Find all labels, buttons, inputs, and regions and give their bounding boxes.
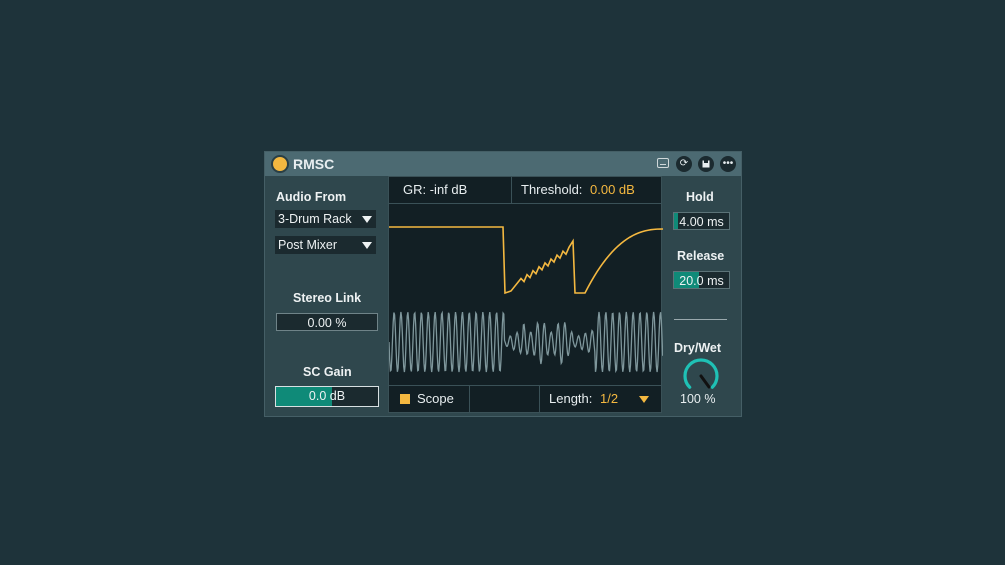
refresh-icon[interactable]: ⟳ [676,156,692,172]
chevron-down-icon [362,216,372,223]
audio-from-label: Audio From [276,190,347,204]
audio-from-source-value: 3-Drum Rack [278,212,352,226]
stereo-link-value: 0.00 % [307,316,347,330]
sc-gain-value: 0.0 dB [308,389,346,403]
footer-divider [539,386,540,412]
dry-wet-arc [683,358,719,389]
gain-reduction-readout: GR: -inf dB [403,182,468,197]
chevron-down-icon [362,242,372,249]
device-title: RMSC [293,156,335,172]
scope-plot [389,226,663,374]
hold-fill [674,213,679,229]
threshold-label: Threshold: [521,182,583,197]
hold-label: Hold [686,190,714,204]
dry-wet-label: Dry/Wet [674,341,722,355]
footer-divider [469,386,470,412]
rmsc-device: RMSC ⟳ ••• Audio From 3-Drum Rack Post M… [264,151,742,417]
length-label: Length: [549,391,593,406]
device-titlebar: RMSC ⟳ ••• [265,152,741,176]
audio-waveform [389,310,663,374]
release-field[interactable]: 20.0 ms [673,271,730,289]
dry-wet-needle [699,374,711,389]
sc-gain-label: SC Gain [303,365,352,379]
audio-from-source-dropdown[interactable]: 3-Drum Rack [275,210,376,228]
scope-label: Scope [417,391,454,406]
scope-checkbox[interactable] [400,394,410,404]
dry-wet-knob[interactable] [681,356,721,396]
gain-reduction-curve [389,226,663,295]
gain-reduction-display: GR: -inf dB Threshold: 0.00 dB Scope Len… [388,176,663,413]
release-label: Release [677,249,725,263]
audio-from-tap-dropdown[interactable]: Post Mixer [275,236,376,254]
release-value: 20.0 ms [679,274,724,288]
save-icon[interactable] [698,156,714,172]
sidechain-panel: Audio From 3-Drum Rack Post Mixer Stereo… [269,176,384,413]
audio-from-tap-value: Post Mixer [278,238,338,252]
hold-value: 4.00 ms [679,215,724,229]
hold-field[interactable]: 4.00 ms [673,212,730,230]
length-value: 1/2 [600,391,619,406]
stereo-link-field[interactable]: 0.00 % [276,313,378,331]
panel-divider [674,319,727,320]
timing-panel: Hold 4.00 ms Release 20.0 ms Dry/Wet 100… [663,176,737,413]
power-toggle[interactable] [271,155,289,173]
display-footer: Scope Length: 1/2 [389,385,661,412]
sc-gain-field[interactable]: 0.0 dB [275,386,379,407]
threshold-value[interactable]: 0.00 dB [590,182,635,197]
display-header: GR: -inf dB Threshold: 0.00 dB [389,177,661,204]
map-icon[interactable] [657,158,669,168]
more-icon[interactable]: ••• [720,156,736,172]
chevron-down-icon [639,396,649,403]
dry-wet-value: 100 % [680,392,716,406]
stereo-link-label: Stereo Link [293,291,362,305]
header-divider [511,177,512,203]
